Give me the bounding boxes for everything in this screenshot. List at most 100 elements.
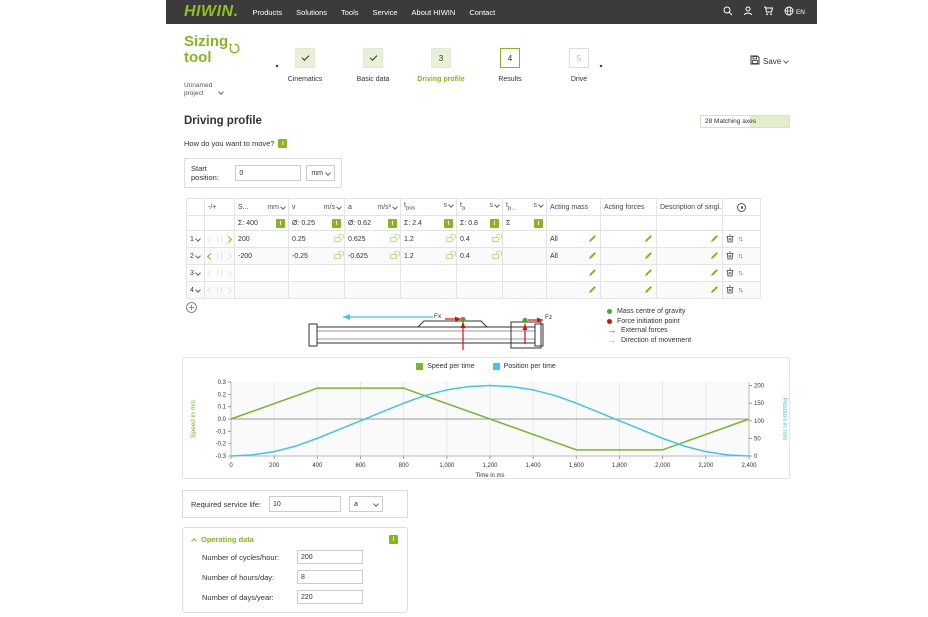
start-position-input[interactable]	[235, 165, 302, 181]
row-number[interactable]: 2	[190, 253, 201, 260]
edit-icon[interactable]	[644, 251, 653, 262]
nav-item-solutions[interactable]: Solutions	[296, 8, 327, 17]
cell-tp[interactable]	[502, 230, 547, 248]
header-column-settings[interactable]	[722, 198, 761, 216]
cell-stroke[interactable]	[234, 281, 289, 299]
unit-select-ms2[interactable]: m/s²	[377, 204, 398, 211]
move-right-icon[interactable]	[224, 252, 233, 260]
edit-icon[interactable]	[588, 285, 597, 296]
unlock-icon[interactable]	[334, 236, 341, 242]
row-number[interactable]: 4	[190, 287, 201, 294]
unit-select-s2[interactable]: s	[490, 202, 500, 209]
pause-icon[interactable]	[217, 270, 222, 276]
cell-ta[interactable]	[456, 264, 503, 282]
add-row-button[interactable]	[186, 302, 197, 313]
row-number[interactable]: 1	[190, 236, 201, 243]
legend-speed[interactable]: Speed per time	[416, 363, 475, 370]
start-position-unit-select[interactable]: mm	[306, 165, 335, 181]
nav-item-contact[interactable]: Contact	[469, 8, 495, 17]
service-life-unit-select[interactable]: a	[349, 496, 384, 512]
move-right-icon[interactable]	[224, 269, 233, 277]
cell-stroke[interactable]	[234, 264, 289, 282]
reorder-icon[interactable]: ↑↓	[738, 236, 744, 243]
cart-icon[interactable]	[763, 3, 774, 21]
stepper-next-button[interactable]	[599, 54, 610, 68]
step-basic-data[interactable]: Basic data	[339, 48, 407, 83]
info-icon[interactable]: i	[389, 535, 398, 544]
cell-stroke[interactable]: 200	[234, 230, 289, 248]
unlock-icon[interactable]	[492, 236, 499, 242]
user-icon[interactable]	[743, 3, 753, 21]
operating-data-header[interactable]: Operating data i	[191, 535, 398, 544]
info-icon[interactable]: i	[278, 139, 288, 148]
legend-position[interactable]: Position per time	[492, 363, 556, 370]
step-drive-box[interactable]: 5	[569, 48, 589, 68]
info-icon[interactable]: i	[534, 218, 543, 228]
unlock-icon[interactable]	[446, 236, 453, 242]
cell-tpos[interactable]	[400, 281, 457, 299]
info-icon[interactable]: i	[444, 218, 453, 228]
cell-velocity[interactable]	[288, 281, 345, 299]
info-icon[interactable]: i	[332, 218, 341, 228]
cell-velocity[interactable]: 0.25	[292, 236, 306, 243]
step-driving-profile-box[interactable]: 3	[431, 48, 451, 68]
delete-icon[interactable]	[726, 234, 734, 245]
info-icon[interactable]: i	[276, 218, 285, 228]
nav-item-about[interactable]: About HIWIN	[412, 8, 456, 17]
cell-acceleration[interactable]	[344, 264, 401, 282]
undo-icon[interactable]	[228, 42, 241, 59]
step-basic-data-box[interactable]	[363, 48, 383, 68]
step-cinematics[interactable]: Cinematics	[271, 48, 339, 83]
delete-icon[interactable]	[726, 251, 734, 262]
reorder-icon[interactable]: ↑↓	[738, 287, 744, 294]
edit-icon[interactable]	[710, 234, 719, 245]
edit-icon[interactable]	[710, 251, 719, 262]
days-input[interactable]	[297, 590, 363, 604]
cell-stroke[interactable]: -200	[234, 247, 289, 265]
unit-select-ms[interactable]: m/s	[324, 204, 342, 211]
cell-acceleration[interactable]: -0.625	[348, 253, 368, 260]
edit-icon[interactable]	[644, 234, 653, 245]
cell-tp[interactable]	[502, 247, 547, 265]
nav-item-products[interactable]: Products	[253, 8, 283, 17]
hiwin-logo[interactable]: HIWIN.	[184, 3, 239, 21]
move-left-icon[interactable]	[206, 269, 215, 277]
move-left-icon[interactable]	[206, 235, 215, 243]
unit-select-s1[interactable]: s	[444, 202, 454, 209]
delete-icon[interactable]	[726, 268, 734, 279]
search-icon[interactable]	[723, 3, 733, 21]
pause-icon[interactable]	[217, 287, 222, 293]
row-number[interactable]: 3	[190, 270, 201, 277]
step-results-box[interactable]: 4	[500, 48, 520, 68]
info-icon[interactable]: i	[388, 218, 397, 228]
move-right-icon[interactable]	[224, 235, 233, 243]
edit-icon[interactable]	[644, 285, 653, 296]
edit-icon[interactable]	[588, 234, 597, 245]
project-selector[interactable]: Unnamed project	[184, 82, 244, 98]
cell-ta[interactable]	[456, 281, 503, 299]
cell-acceleration[interactable]	[344, 281, 401, 299]
service-life-input[interactable]	[269, 496, 342, 512]
pause-icon[interactable]	[217, 253, 222, 259]
reorder-icon[interactable]: ↑↓	[738, 270, 744, 277]
unlock-icon[interactable]	[390, 253, 397, 259]
unlock-icon[interactable]	[446, 253, 453, 259]
nav-item-service[interactable]: Service	[373, 8, 398, 17]
cycles-input[interactable]	[297, 550, 363, 564]
delete-icon[interactable]	[726, 285, 734, 296]
cell-tp[interactable]	[502, 264, 547, 282]
edit-icon[interactable]	[710, 268, 719, 279]
move-left-icon[interactable]	[206, 286, 215, 294]
move-left-icon[interactable]	[206, 252, 215, 260]
unlock-icon[interactable]	[390, 236, 397, 242]
step-cinematics-box[interactable]	[295, 48, 315, 68]
cell-tpos[interactable]: 1.2	[404, 236, 414, 243]
cell-ta[interactable]: 0.4	[460, 236, 470, 243]
move-right-icon[interactable]	[224, 286, 233, 294]
save-button[interactable]: Save	[750, 55, 790, 67]
edit-icon[interactable]	[644, 268, 653, 279]
cell-tp[interactable]	[502, 281, 547, 299]
unlock-icon[interactable]	[334, 253, 341, 259]
language-switcher[interactable]: EN	[784, 6, 805, 18]
cell-velocity[interactable]	[288, 264, 345, 282]
